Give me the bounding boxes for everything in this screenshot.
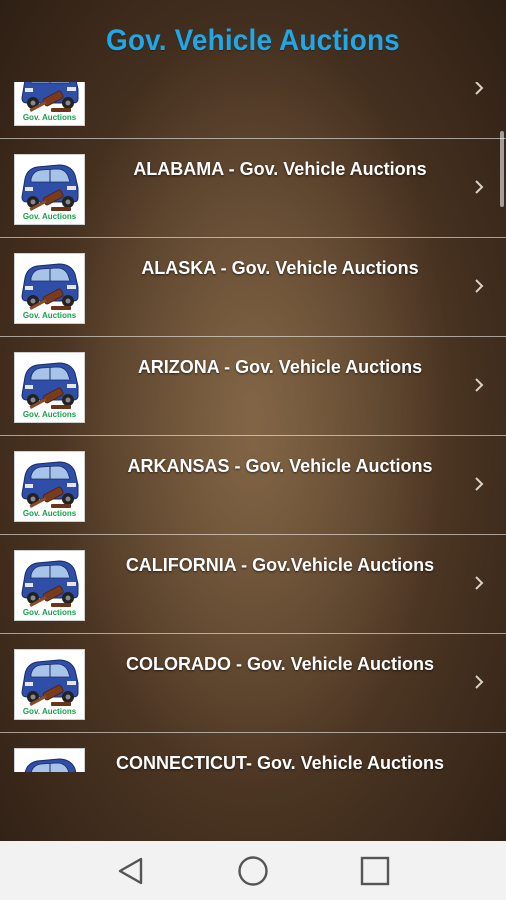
thumbnail-caption: Gov. Auctions [22, 608, 77, 617]
list-item[interactable]: Gov. Auctions COLORADO - Gov. Vehicle Auc… [0, 634, 506, 733]
chevron-right-icon [474, 575, 484, 591]
auction-list-viewport[interactable]: Gov. Auctions Gov. Auctions ALABAMA - Gov… [0, 82, 506, 772]
list-item[interactable]: Gov. Auctions ALABAMA - Gov. Vehicle Auct… [0, 139, 506, 238]
car-gavel-thumbnail-icon: Gov. Auctions [14, 352, 85, 423]
auction-list: Gov. Auctions Gov. Auctions ALABAMA - Gov… [0, 82, 506, 772]
list-item-label: ARKANSAS - Gov. Vehicle Auctions [127, 456, 433, 476]
title-bar: Gov. Vehicle Auctions [0, 0, 506, 82]
list-item[interactable]: Gov. Auctions ALASKA - Gov. Vehicle Aucti… [0, 238, 506, 337]
list-item[interactable]: Gov. Auctions CALIFORNIA - Gov.Vehicle Au… [0, 535, 506, 634]
chevron-right-icon [474, 82, 484, 96]
thumbnail-caption: Gov. Auctions [22, 311, 77, 320]
list-item-label: ALASKA - Gov. Vehicle Auctions [141, 258, 419, 278]
chevron-right-icon [474, 674, 484, 690]
back-triangle-icon [118, 857, 143, 884]
recents-button[interactable] [355, 851, 395, 891]
home-button[interactable] [233, 851, 273, 891]
list-item-label: COLORADO - Gov. Vehicle Auctions [125, 654, 435, 674]
recents-square-icon [360, 856, 390, 885]
car-gavel-thumbnail-icon: Gov. Auctions [14, 748, 85, 772]
car-gavel-thumbnail-icon: Gov. Auctions [14, 154, 85, 225]
back-button[interactable] [111, 851, 151, 891]
thumbnail-caption: Gov. Auctions [22, 509, 77, 518]
chevron-right-icon [474, 377, 484, 393]
car-gavel-thumbnail-icon: Gov. Auctions [14, 550, 85, 621]
thumbnail-caption: Gov. Auctions [22, 113, 77, 122]
list-item-label: CALIFORNIA - Gov.Vehicle Auctions [125, 555, 435, 575]
car-gavel-thumbnail-icon: Gov. Auctions [14, 253, 85, 324]
car-gavel-thumbnail-icon: Gov. Auctions [14, 82, 85, 126]
list-item[interactable]: Gov. Auctions ARKANSAS - Gov. Vehicle Auc… [0, 436, 506, 535]
app-screen: Gov. Vehicle Auctions Gov. Auctions Gov.… [0, 0, 506, 841]
thumbnail-caption: Gov. Auctions [22, 410, 77, 419]
list-item[interactable]: Gov. Auctions [0, 82, 506, 139]
scrollbar[interactable] [500, 131, 504, 207]
home-circle-icon [238, 855, 268, 886]
chevron-right-icon [474, 476, 484, 492]
list-item-label: CONNECTICUT- Gov. Vehicle Auctions [115, 753, 445, 772]
thumbnail-caption: Gov. Auctions [22, 212, 77, 221]
car-gavel-thumbnail-icon: Gov. Auctions [14, 649, 85, 720]
chevron-right-icon [474, 179, 484, 195]
car-gavel-thumbnail-icon: Gov. Auctions [14, 451, 85, 522]
thumbnail-caption: Gov. Auctions [22, 707, 77, 716]
list-item[interactable]: Gov. Auctions CONNECTICUT- Gov. Vehicle A… [0, 733, 506, 772]
list-item-label: ALABAMA - Gov. Vehicle Auctions [133, 159, 427, 179]
page-title: Gov. Vehicle Auctions [106, 24, 400, 57]
list-item-label: ARIZONA - Gov. Vehicle Auctions [137, 357, 423, 377]
chevron-right-icon [474, 278, 484, 294]
system-navbar [0, 841, 506, 900]
list-item[interactable]: Gov. Auctions ARIZONA - Gov. Vehicle Auct… [0, 337, 506, 436]
